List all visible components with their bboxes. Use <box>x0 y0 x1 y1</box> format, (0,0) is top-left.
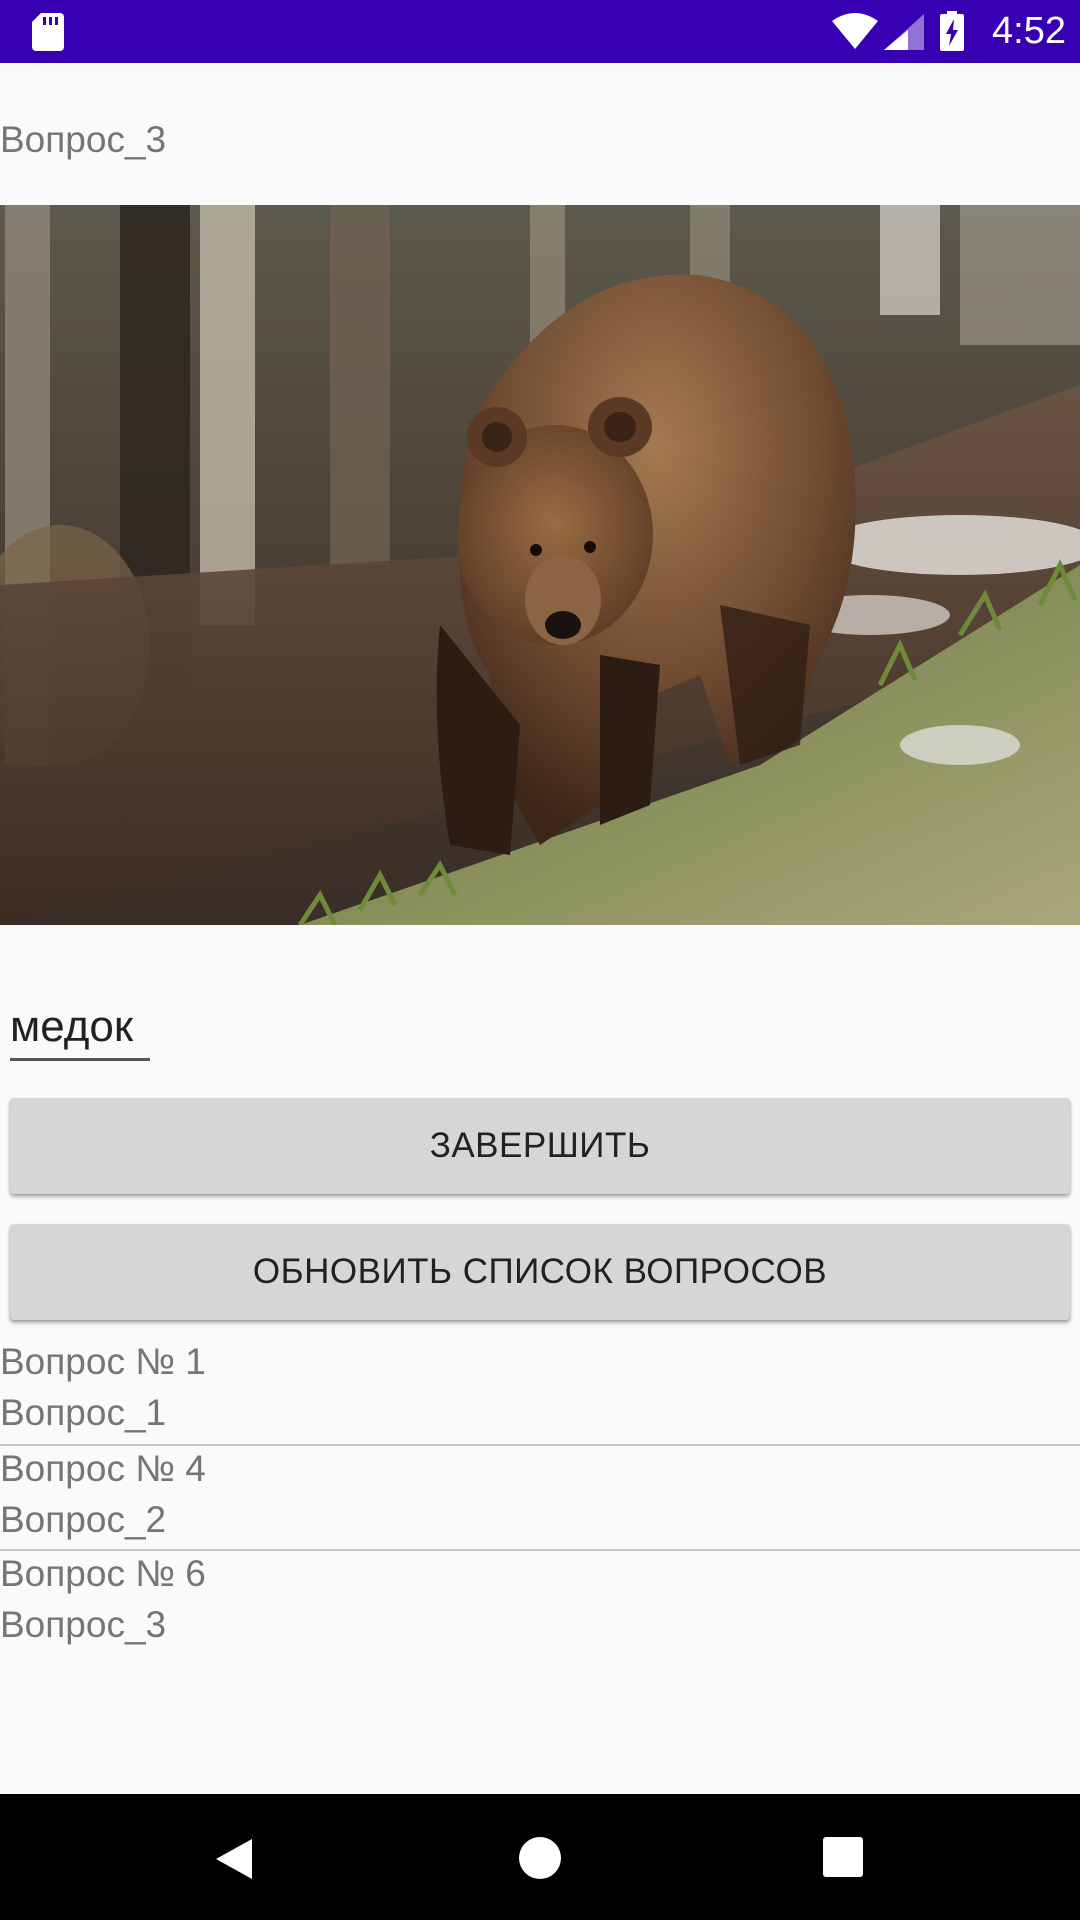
home-icon[interactable] <box>518 1836 562 1880</box>
battery-charging-icon <box>940 11 964 51</box>
refresh-questions-button[interactable]: ОБНОВИТЬ СПИСОК ВОПРОСОВ <box>10 1224 1070 1320</box>
sd-card-icon <box>32 13 64 51</box>
status-bar: 4:52 <box>0 0 1080 63</box>
question-number: Вопрос № 4 <box>0 1448 206 1489</box>
list-item[interactable]: Вопрос № 6 Вопрос_3 <box>0 1549 1080 1654</box>
answer-input[interactable] <box>10 995 150 1061</box>
question-image <box>0 205 1080 925</box>
question-name: Вопрос_2 <box>0 1499 167 1540</box>
question-number: Вопрос № 6 <box>0 1553 206 1594</box>
list-item[interactable]: Вопрос № 1 Вопрос_1 <box>0 1339 1080 1444</box>
cell-signal-icon <box>884 14 924 50</box>
back-icon[interactable] <box>214 1837 254 1881</box>
question-name: Вопрос_3 <box>0 1604 167 1645</box>
questions-list: Вопрос № 1 Вопрос_1 Вопрос № 4 Вопрос_2 … <box>0 1339 1080 1654</box>
navigation-bar <box>0 1794 1080 1920</box>
finish-button[interactable]: ЗАВЕРШИТЬ <box>10 1098 1070 1194</box>
status-clock: 4:52 <box>992 10 1066 52</box>
app-screen: 4:52 Вопрос_3 медок ЗАВЕРШИТЬ ОБНОВИТЬ С… <box>0 0 1080 1920</box>
question-title: Вопрос_3 <box>0 119 167 160</box>
recents-icon[interactable] <box>823 1837 863 1877</box>
list-item[interactable]: Вопрос № 4 Вопрос_2 <box>0 1444 1080 1549</box>
question-name: Вопрос_1 <box>0 1392 167 1433</box>
question-number: Вопрос № 1 <box>0 1341 206 1382</box>
wifi-icon <box>832 13 878 49</box>
